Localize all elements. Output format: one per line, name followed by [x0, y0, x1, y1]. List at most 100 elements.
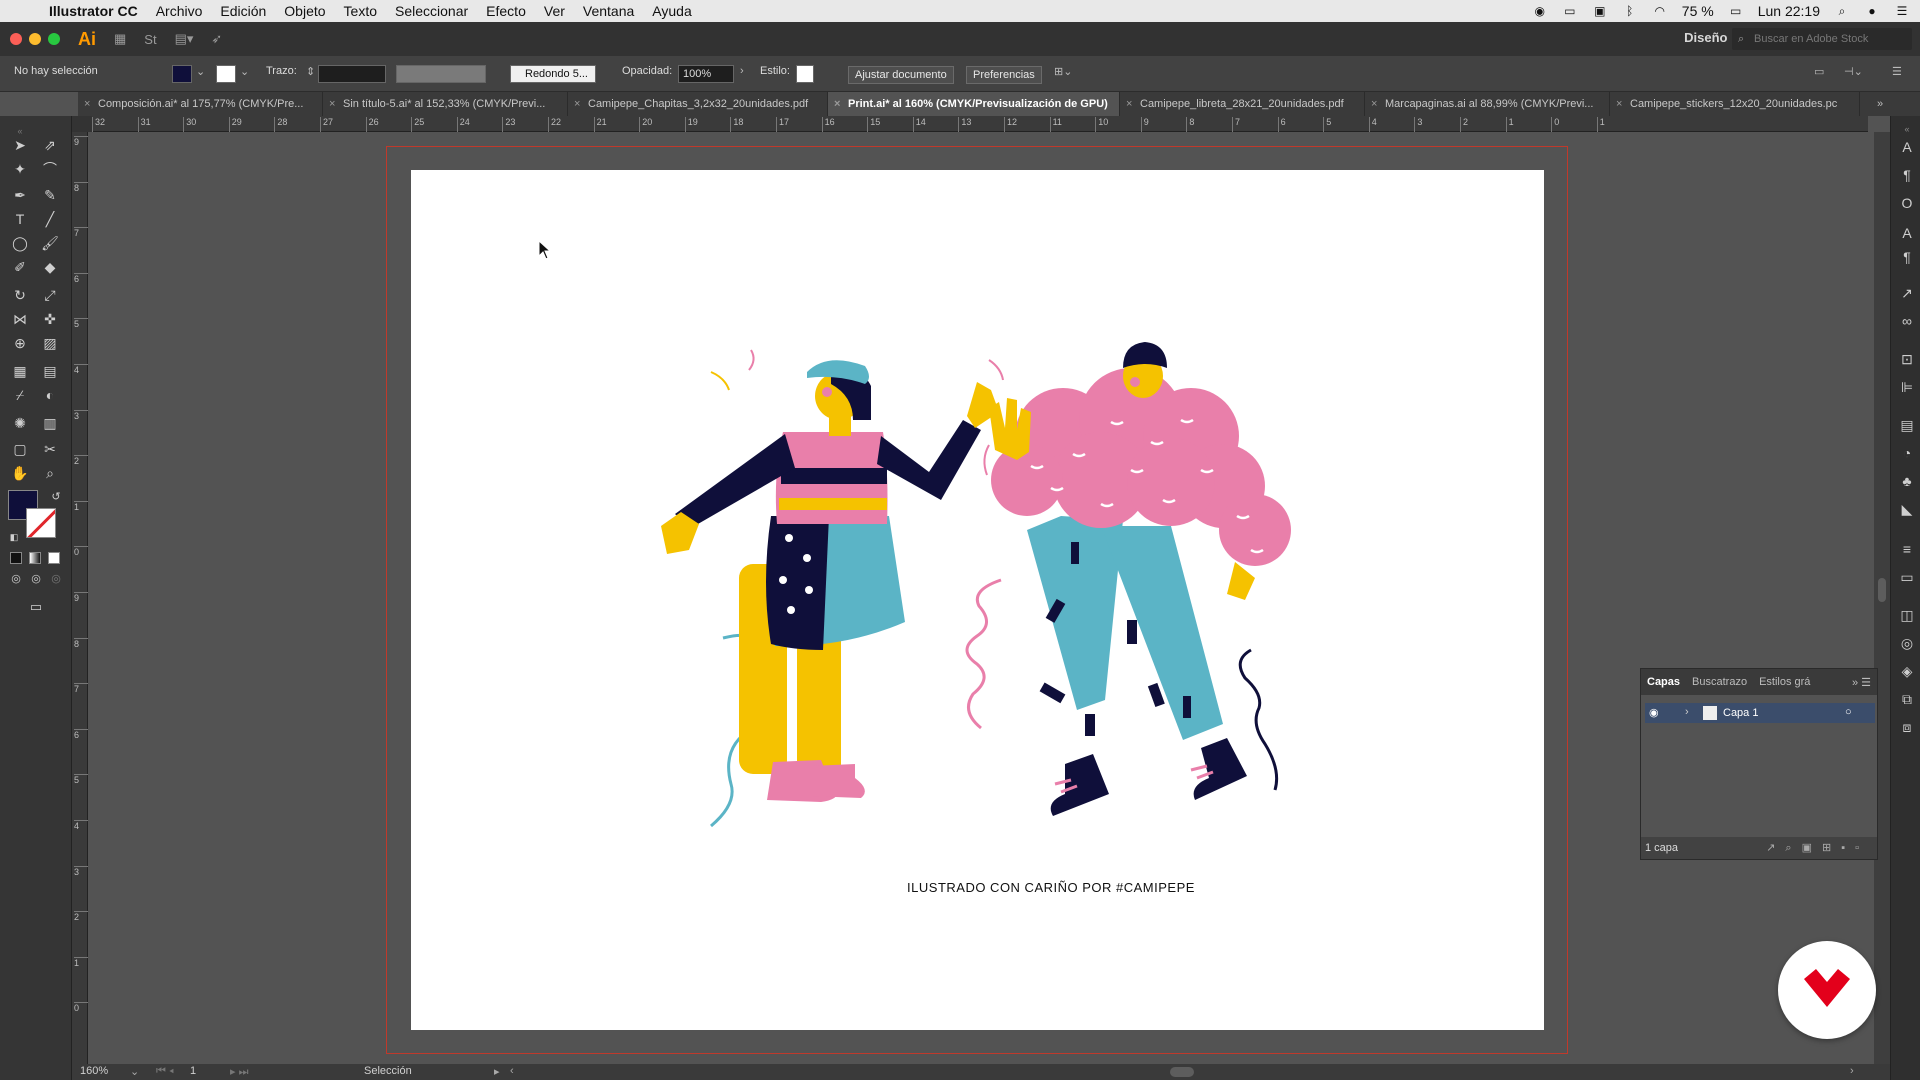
arrange-documents-icon[interactable]: ▤▾	[175, 31, 194, 47]
notification-center-icon[interactable]: ☰	[1894, 4, 1910, 18]
zoom-tool-icon[interactable]: ⌕	[38, 462, 62, 484]
first-artboard-icon[interactable]: ⏮ ◂	[156, 1065, 174, 1078]
tab-sin-titulo-5[interactable]: × Sin título-5.ai* al 152,33% (CMYK/Previ…	[323, 92, 568, 116]
target-icon[interactable]: ○	[1845, 706, 1852, 718]
transform-panel-icon[interactable]: ⊡	[1898, 350, 1916, 368]
gradient-panel-icon[interactable]: ▭	[1898, 568, 1916, 586]
menu-ayuda[interactable]: Ayuda	[643, 3, 700, 19]
record-icon[interactable]: ◉	[1532, 4, 1548, 18]
variable-width-profile[interactable]	[396, 65, 486, 83]
tab-capas[interactable]: Capas	[1641, 676, 1686, 688]
blend-tool-icon[interactable]: ◐	[38, 384, 62, 406]
adjust-document-button[interactable]: Ajustar documento	[848, 66, 954, 84]
horizontal-ruler[interactable]: 32 31 30 29 28 27 26 25 24 23 22 21 20 19 18 17 16 15 14 13…	[92, 116, 1868, 132]
artboard-number[interactable]: 1	[190, 1065, 196, 1077]
swap-fill-stroke-icon[interactable]: ↺	[44, 486, 68, 508]
clock[interactable]: Lun 22:19	[1758, 3, 1820, 19]
zoom-level[interactable]: 160%	[80, 1065, 108, 1077]
rotate-tool-icon[interactable]: ↻	[8, 284, 32, 306]
adobe-stock-search[interactable]: ⌕ Buscar en Adobe Stock	[1732, 28, 1912, 50]
mesh-tool-icon[interactable]: ▦	[8, 360, 32, 382]
expand-layer-icon[interactable]: ›	[1685, 706, 1689, 718]
gpu-performance-icon[interactable]: ➶	[211, 31, 222, 47]
appearance-icon[interactable]: ◎	[1898, 634, 1916, 652]
color-guide-icon[interactable]: ◔	[1898, 444, 1916, 462]
opacity-field[interactable]: 100%	[678, 65, 734, 83]
next-artboard-icon[interactable]: ▸ ⏭	[230, 1065, 248, 1079]
export-icon[interactable]: ↗	[1898, 284, 1916, 302]
zoom-window-button[interactable]	[48, 33, 60, 45]
opacity-arrow-icon[interactable]: ›	[740, 65, 744, 77]
menu-ventana[interactable]: Ventana	[574, 3, 643, 19]
width-tool-icon[interactable]: ⋈	[8, 308, 32, 330]
eraser-tool-icon[interactable]: ◆	[38, 256, 62, 278]
tab-libreta[interactable]: × Camipepe_libreta_28x21_20unidades.pdf	[1120, 92, 1365, 116]
ruler-origin[interactable]	[72, 116, 92, 132]
preferences-button[interactable]: Preferencias	[966, 66, 1042, 84]
none-mode-icon[interactable]	[48, 552, 60, 564]
character-panel-icon[interactable]: A	[1898, 138, 1916, 156]
horizontal-scroll-thumb[interactable]	[1170, 1067, 1194, 1077]
paragraph-panel-icon[interactable]: ¶	[1898, 166, 1916, 184]
brush-definition[interactable]: Redondo 5...	[510, 65, 596, 83]
transparency-icon[interactable]: ◫	[1898, 606, 1916, 624]
bridge-icon[interactable]: ▦	[114, 31, 126, 47]
graphic-style-swatch[interactable]	[796, 65, 814, 83]
artboard[interactable]: ILUSTRADO CON CARIÑO POR #CAMIPEPE	[411, 170, 1544, 1030]
layers-panel-icon[interactable]: ◈	[1898, 662, 1916, 680]
display-icon[interactable]: ▭	[1562, 4, 1578, 18]
close-tab-icon[interactable]: ×	[1371, 92, 1377, 116]
close-window-button[interactable]	[10, 33, 22, 45]
asset-export-icon[interactable]: ⧈	[1898, 718, 1916, 736]
hand-tool-icon[interactable]: ✋	[8, 462, 32, 484]
dock-collapse-icon[interactable]: «	[1898, 120, 1916, 138]
tab-chapitas[interactable]: × Camipepe_Chapitas_3,2x32_20unidades.pdf	[568, 92, 828, 116]
menu-archivo[interactable]: Archivo	[147, 3, 212, 19]
more-tabs-icon[interactable]: »	[1860, 92, 1900, 116]
menu-ver[interactable]: Ver	[535, 3, 574, 19]
vertical-scroll-thumb[interactable]	[1878, 578, 1886, 602]
links-icon[interactable]: ∞	[1898, 312, 1916, 330]
minimize-window-button[interactable]	[29, 33, 41, 45]
align-panel-icon[interactable]: ⊫	[1898, 378, 1916, 396]
slice-tool-icon[interactable]: ✂	[38, 438, 62, 460]
selection-tool-icon[interactable]: ➤	[8, 134, 32, 156]
puppet-warp-tool-icon[interactable]: ✜	[38, 308, 62, 330]
menu-edicion[interactable]: Edición	[211, 3, 275, 19]
stroke-color-swatch[interactable]	[26, 508, 56, 538]
zoom-dropdown-icon[interactable]: ⌄	[130, 1065, 139, 1078]
stroke-weight-field[interactable]	[318, 65, 386, 83]
artboard-tool-icon[interactable]: ▢	[8, 438, 32, 460]
line-tool-icon[interactable]: ╱	[38, 208, 62, 230]
column-graph-tool-icon[interactable]: ▥	[38, 412, 62, 434]
menu-texto[interactable]: Texto	[335, 3, 386, 19]
vertical-scrollbar[interactable]	[1874, 132, 1890, 1064]
transform-icon[interactable]: ⊣⌄	[1844, 65, 1863, 78]
screen-mode-icon[interactable]: ▭	[24, 596, 48, 618]
close-tab-icon[interactable]: ×	[574, 92, 580, 116]
tab-stickers[interactable]: × Camipepe_stickers_12x20_20unidades.pc	[1610, 92, 1860, 116]
eyedropper-tool-icon[interactable]: ⌿	[8, 384, 32, 406]
lasso-tool-icon[interactable]: ⌒	[38, 158, 62, 180]
gradient-mode-icon[interactable]	[29, 552, 41, 564]
tab-estilos[interactable]: Estilos grá	[1753, 676, 1816, 688]
stroke-swatch[interactable]	[216, 65, 236, 83]
color-mode-icon[interactable]	[10, 552, 22, 564]
pen-tool-icon[interactable]: ✒	[8, 184, 32, 206]
paragraph-styles-icon[interactable]: ¶	[1898, 248, 1916, 266]
layer-name[interactable]: Capa 1	[1723, 707, 1758, 719]
tab-buscatrazo[interactable]: Buscatrazo	[1686, 676, 1753, 688]
menu-app[interactable]: Illustrator CC	[40, 3, 147, 19]
fill-swatch[interactable]	[172, 65, 192, 83]
gradient-tool-icon[interactable]: ▤	[38, 360, 62, 382]
close-tab-icon[interactable]: ×	[1126, 92, 1132, 116]
direct-selection-tool-icon[interactable]: ⇗	[38, 134, 62, 156]
shape-builder-tool-icon[interactable]: ⊕	[8, 332, 32, 354]
spotlight-icon[interactable]: ⌕	[1834, 4, 1850, 18]
perspective-grid-tool-icon[interactable]: ▨	[38, 332, 62, 354]
tab-print-active[interactable]: × Print.ai* al 160% (CMYK/Previsualizació…	[828, 92, 1120, 116]
type-tool-icon[interactable]: T	[8, 208, 32, 230]
menu-seleccionar[interactable]: Seleccionar	[386, 3, 477, 19]
stroke-stepper[interactable]: ⇕	[306, 65, 315, 78]
scroll-left-icon[interactable]: ‹	[510, 1065, 514, 1077]
